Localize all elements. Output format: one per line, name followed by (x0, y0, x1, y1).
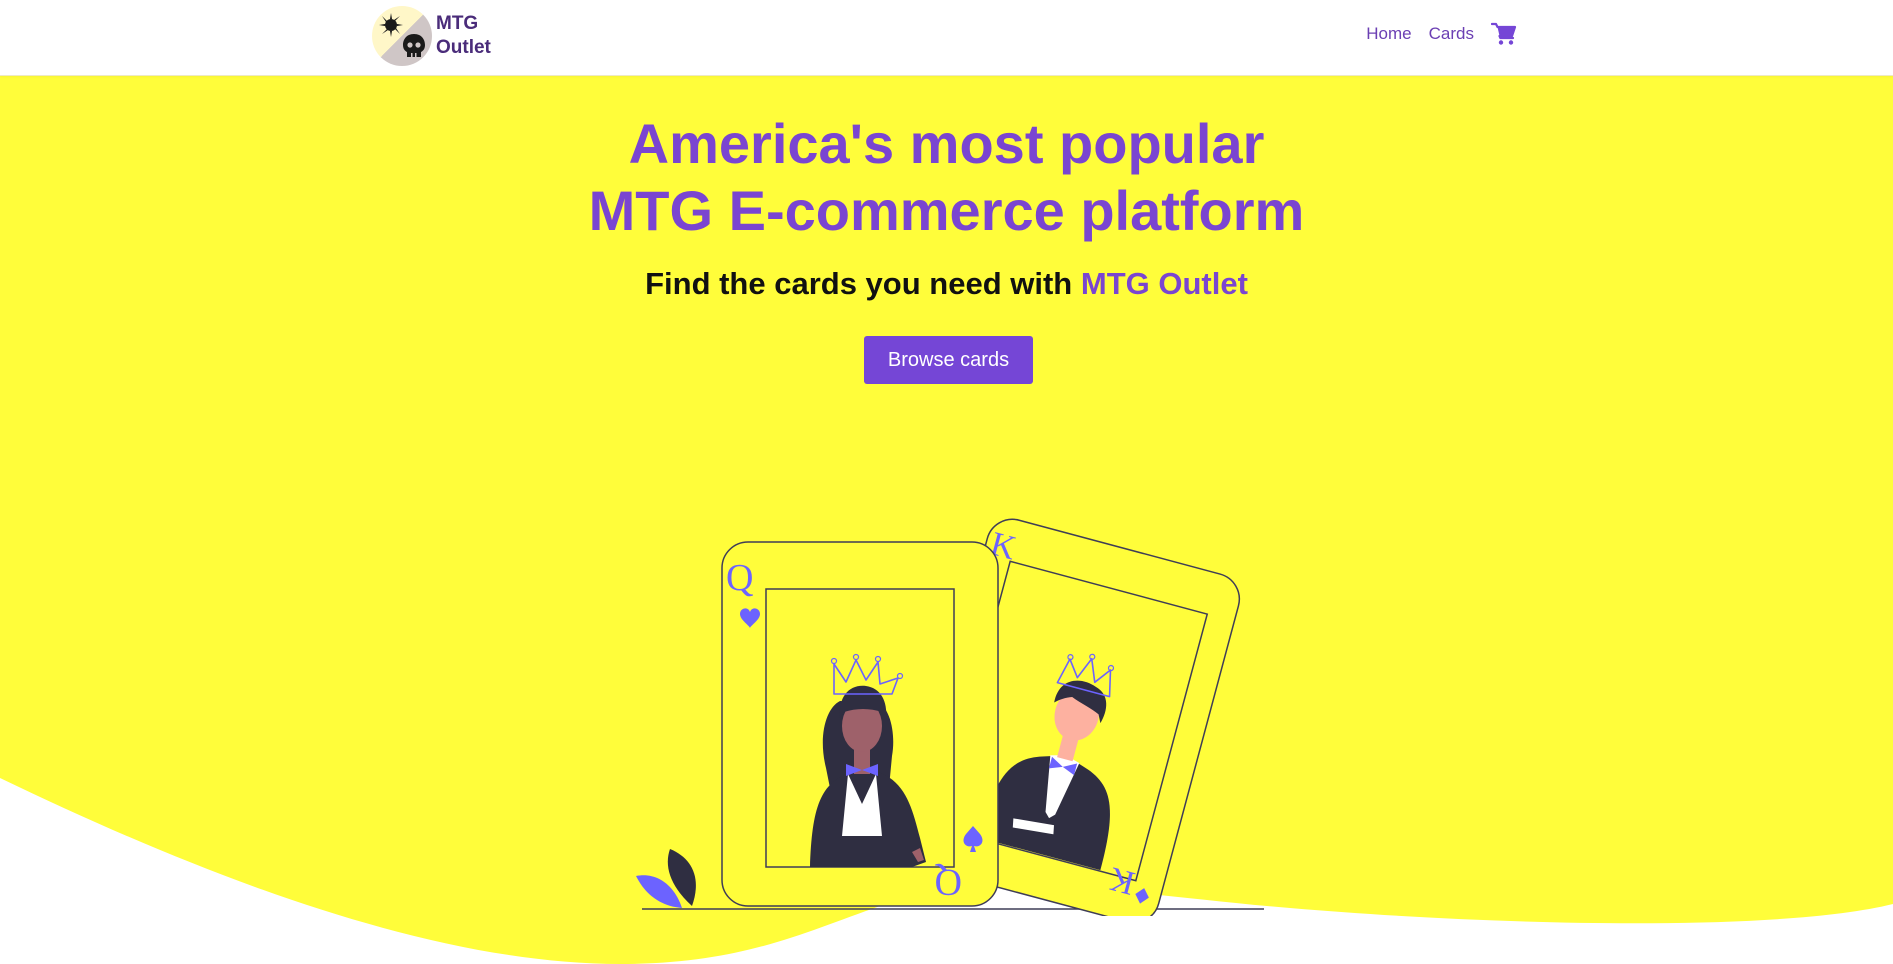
leaf-decoration-icon (636, 849, 696, 908)
brand-logo-link[interactable]: MTG Outlet (372, 6, 491, 66)
nav-links: Home Cards (1366, 22, 1517, 46)
cart-link[interactable] (1491, 22, 1517, 46)
hero-subtitle: Find the cards you need with MTG Outlet (0, 264, 1893, 304)
brand-name-line1: MTG (436, 13, 479, 34)
queen-rank-bottom: Q (935, 861, 962, 903)
hero-headline-line1: America's most popular (628, 112, 1265, 175)
playing-cards-illustration: K K Q Q (636, 518, 1264, 916)
nav-link-cards[interactable]: Cards (1429, 24, 1474, 44)
brand-name: MTG Outlet (436, 12, 491, 60)
queen-rank-top: Q (726, 557, 753, 599)
navbar: MTG Outlet Home Cards (0, 0, 1893, 76)
nav-link-home[interactable]: Home (1366, 24, 1411, 44)
shopping-cart-icon (1491, 22, 1517, 45)
brand-name-line2: Outlet (436, 37, 491, 58)
skull-sun-logo-icon (379, 13, 425, 57)
hero-section: America's most popular MTG E-commerce pl… (0, 76, 1893, 964)
brand-logo-icon (372, 6, 432, 66)
hero-subtitle-brand: MTG Outlet (1080, 266, 1248, 301)
hero-subtitle-text: Find the cards you need with (645, 266, 1073, 301)
browse-cards-button[interactable]: Browse cards (864, 336, 1033, 384)
hero-headline: America's most popular MTG E-commerce pl… (0, 110, 1893, 244)
queen-card: Q Q (721, 541, 999, 907)
hero-headline-line2: MTG E-commerce platform (588, 179, 1305, 242)
